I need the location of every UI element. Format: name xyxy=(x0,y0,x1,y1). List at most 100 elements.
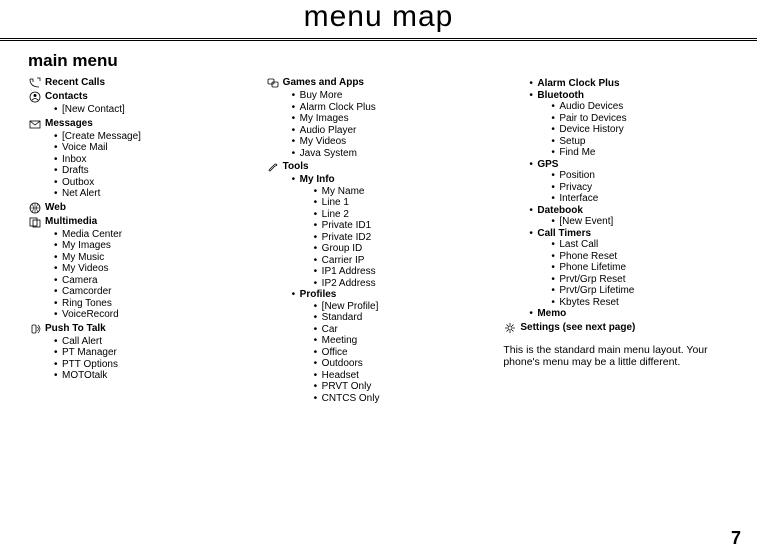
list-item: Pair to Devices xyxy=(551,113,737,125)
messages-icon xyxy=(28,118,42,130)
list-item: [Create Message] xyxy=(54,131,262,143)
multimedia-title: Multimedia xyxy=(45,216,97,227)
settings-category: Settings (see next page) xyxy=(503,322,737,334)
list-item: Call Timers Last Call Phone Reset Phone … xyxy=(529,228,737,309)
list-item: IP2 Address xyxy=(314,278,500,290)
list-item: Alarm Clock Plus xyxy=(292,102,500,114)
list-item: VoiceRecord xyxy=(54,309,262,321)
myinfo-items: My Name Line 1 Line 2 Private ID1 Privat… xyxy=(300,186,500,290)
list-item: Camera xyxy=(54,275,262,287)
list-item: Net Alert xyxy=(54,188,262,200)
list-item: Voice Mail xyxy=(54,142,262,154)
list-item: Privacy xyxy=(551,182,737,194)
list-item: Line 2 xyxy=(314,209,500,221)
contacts-items: [New Contact] xyxy=(28,104,262,116)
content-area: main menu Recent Calls Contacts xyxy=(0,51,757,406)
tools-items: My Info My Name Line 1 Line 2 Private ID… xyxy=(266,174,500,404)
multimedia-items: Media Center My Images My Music My Video… xyxy=(28,229,262,321)
multimedia-category: Multimedia Media Center My Images My Mus… xyxy=(28,216,262,321)
list-item: Ring Tones xyxy=(54,298,262,310)
list-item: My Images xyxy=(292,113,500,125)
profiles-items: [New Profile] Standard Car Meeting Offic… xyxy=(300,301,500,405)
list-item: [New Event] xyxy=(551,216,737,228)
list-item: Kbytes Reset xyxy=(551,297,737,309)
games-category: Games and Apps Buy More Alarm Clock Plus… xyxy=(266,77,500,159)
list-item: [New Contact] xyxy=(54,104,262,116)
list-item: Java System xyxy=(292,148,500,160)
calltimers-items: Last Call Phone Reset Phone Lifetime Prv… xyxy=(537,239,737,308)
list-item: Car xyxy=(314,324,500,336)
list-item: Memo xyxy=(529,308,737,320)
list-item: My Name xyxy=(314,186,500,198)
list-item: Drafts xyxy=(54,165,262,177)
list-item: Meeting xyxy=(314,335,500,347)
ptt-title: Push To Talk xyxy=(45,323,106,334)
calltimers-title: Call Timers xyxy=(537,228,591,239)
recent-calls-title: Recent Calls xyxy=(45,77,105,88)
tools-continued-items: Alarm Clock Plus Bluetooth Audio Devices… xyxy=(503,78,737,320)
list-item: Group ID xyxy=(314,243,500,255)
list-item: Datebook [New Event] xyxy=(529,205,737,228)
list-item: Call Alert xyxy=(54,336,262,348)
list-item: Bluetooth Audio Devices Pair to Devices … xyxy=(529,90,737,159)
ptt-icon xyxy=(28,323,42,335)
list-item: Profiles [New Profile] Standard Car Meet… xyxy=(292,289,500,404)
contacts-category: Contacts [New Contact] xyxy=(28,91,262,116)
list-item: CNTCS Only xyxy=(314,393,500,405)
list-item: Camcorder xyxy=(54,286,262,298)
recent-calls-icon xyxy=(28,77,42,89)
list-item: Outbox xyxy=(54,177,262,189)
settings-title: Settings (see next page) xyxy=(520,322,635,333)
list-item: Position xyxy=(551,170,737,182)
column-3: Alarm Clock Plus Bluetooth Audio Devices… xyxy=(503,77,737,406)
web-title: Web xyxy=(45,202,66,213)
games-items: Buy More Alarm Clock Plus My Images Audi… xyxy=(266,90,500,159)
list-item: [New Profile] xyxy=(314,301,500,313)
games-icon xyxy=(266,77,280,89)
messages-title: Messages xyxy=(45,118,93,129)
list-item: Setup xyxy=(551,136,737,148)
gps-title: GPS xyxy=(537,159,558,170)
list-item: PTT Options xyxy=(54,359,262,371)
list-item: Private ID2 xyxy=(314,232,500,244)
page-title: menu map xyxy=(0,0,757,38)
gps-items: Position Privacy Interface xyxy=(537,170,737,205)
list-item: My Videos xyxy=(292,136,500,148)
ptt-category: Push To Talk Call Alert PT Manager PTT O… xyxy=(28,323,262,382)
section-title: main menu xyxy=(28,51,737,71)
list-item: Inbox xyxy=(54,154,262,166)
list-item: Media Center xyxy=(54,229,262,241)
list-item: Audio Player xyxy=(292,125,500,137)
recent-calls-category: Recent Calls xyxy=(28,77,262,89)
list-item: Carrier IP xyxy=(314,255,500,267)
datebook-title: Datebook xyxy=(537,205,583,216)
bluetooth-title: Bluetooth xyxy=(537,90,584,101)
layout-note: This is the standard main menu layout. Y… xyxy=(503,344,737,369)
profiles-title: Profiles xyxy=(300,289,337,300)
column-1: Recent Calls Contacts [New Contact] xyxy=(28,77,262,406)
multimedia-icon xyxy=(28,216,42,228)
tools-icon xyxy=(266,161,280,173)
list-item: Phone Reset xyxy=(551,251,737,263)
list-item: Alarm Clock Plus xyxy=(529,78,737,90)
list-item: PRVT Only xyxy=(314,381,500,393)
list-item: Outdoors xyxy=(314,358,500,370)
tools-title: Tools xyxy=(283,161,309,172)
messages-items: [Create Message] Voice Mail Inbox Drafts… xyxy=(28,131,262,200)
list-item: MOTOtalk xyxy=(54,370,262,382)
list-item: PT Manager xyxy=(54,347,262,359)
list-item: Buy More xyxy=(292,90,500,102)
web-category: Web xyxy=(28,202,262,214)
list-item: IP1 Address xyxy=(314,266,500,278)
list-item: Audio Devices xyxy=(551,101,737,113)
settings-icon xyxy=(503,322,517,334)
columns: Recent Calls Contacts [New Contact] xyxy=(28,77,737,406)
list-item: Prvt/Grp Lifetime xyxy=(551,285,737,297)
games-title: Games and Apps xyxy=(283,77,364,88)
list-item: Standard xyxy=(314,312,500,324)
horizontal-rule xyxy=(0,38,757,41)
page-number: 7 xyxy=(731,528,741,549)
datebook-items: [New Event] xyxy=(537,216,737,228)
myinfo-title: My Info xyxy=(300,174,335,185)
list-item: My Music xyxy=(54,252,262,264)
